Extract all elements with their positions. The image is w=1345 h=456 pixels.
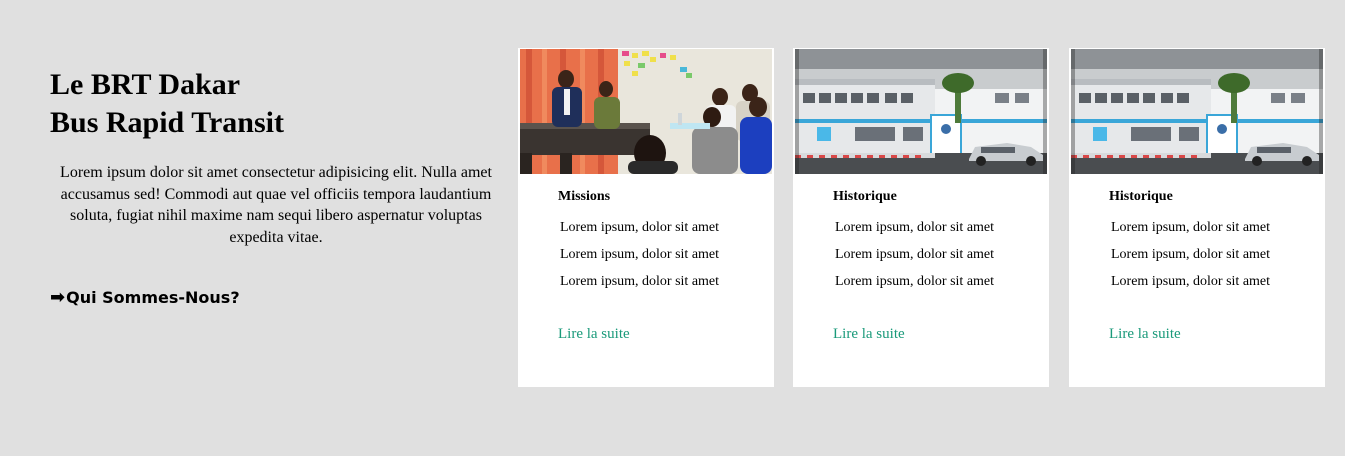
- read-more-link[interactable]: Lire la suite: [1109, 325, 1181, 343]
- about-us-link[interactable]: ➡ Qui Sommes-Nous?: [50, 288, 240, 307]
- card-title: Historique: [833, 189, 897, 204]
- meeting-photo: [520, 49, 772, 174]
- building-photo: [1071, 49, 1323, 174]
- card-list-item: Lorem ipsum, dolor sit amet: [1111, 247, 1271, 262]
- page-title-line-2: Bus Rapid Transit: [50, 106, 284, 139]
- about-us-label: Qui Sommes-Nous?: [66, 288, 240, 307]
- building-photo: [795, 49, 1047, 174]
- card-list: Lorem ipsum, dolor sit amet Lorem ipsum,…: [560, 214, 719, 295]
- card-list-item: Lorem ipsum, dolor sit amet: [560, 247, 720, 262]
- read-more-link[interactable]: Lire la suite: [833, 325, 905, 343]
- read-more-link[interactable]: Lire la suite: [558, 325, 630, 343]
- card-list-item: Lorem ipsum, dolor sit amet: [835, 274, 995, 289]
- card-title: Missions: [558, 189, 611, 204]
- card-list-item: Lorem ipsum, dolor sit amet: [835, 220, 995, 235]
- card-list-item: Lorem ipsum, dolor sit amet: [1111, 274, 1271, 289]
- card-list-item: Lorem ipsum, dolor sit amet: [1111, 220, 1271, 235]
- page-title-line-1: Le BRT Dakar: [50, 68, 241, 101]
- card-list-item: Lorem ipsum, dolor sit amet: [560, 274, 720, 289]
- intro-section: Le BRT Dakar Bus Rapid Transit Lorem ips…: [50, 66, 502, 307]
- card-list: Lorem ipsum, dolor sit amet Lorem ipsum,…: [835, 214, 994, 295]
- card-list-item: Lorem ipsum, dolor sit amet: [560, 220, 720, 235]
- card-historique: Historique Lorem ipsum, dolor sit amet L…: [793, 48, 1049, 387]
- card-list-item: Lorem ipsum, dolor sit amet: [835, 247, 995, 262]
- card-historique-2: Historique Lorem ipsum, dolor sit amet L…: [1069, 48, 1325, 387]
- page-title: Le BRT Dakar Bus Rapid Transit: [50, 66, 502, 142]
- card-list: Lorem ipsum, dolor sit amet Lorem ipsum,…: [1111, 214, 1270, 295]
- intro-text: Lorem ipsum dolor sit amet consectetur a…: [60, 164, 492, 246]
- card-title: Historique: [1109, 189, 1173, 204]
- card-missions: Missions Lorem ipsum, dolor sit amet Lor…: [518, 48, 774, 387]
- arrow-right-icon: ➡: [50, 286, 66, 308]
